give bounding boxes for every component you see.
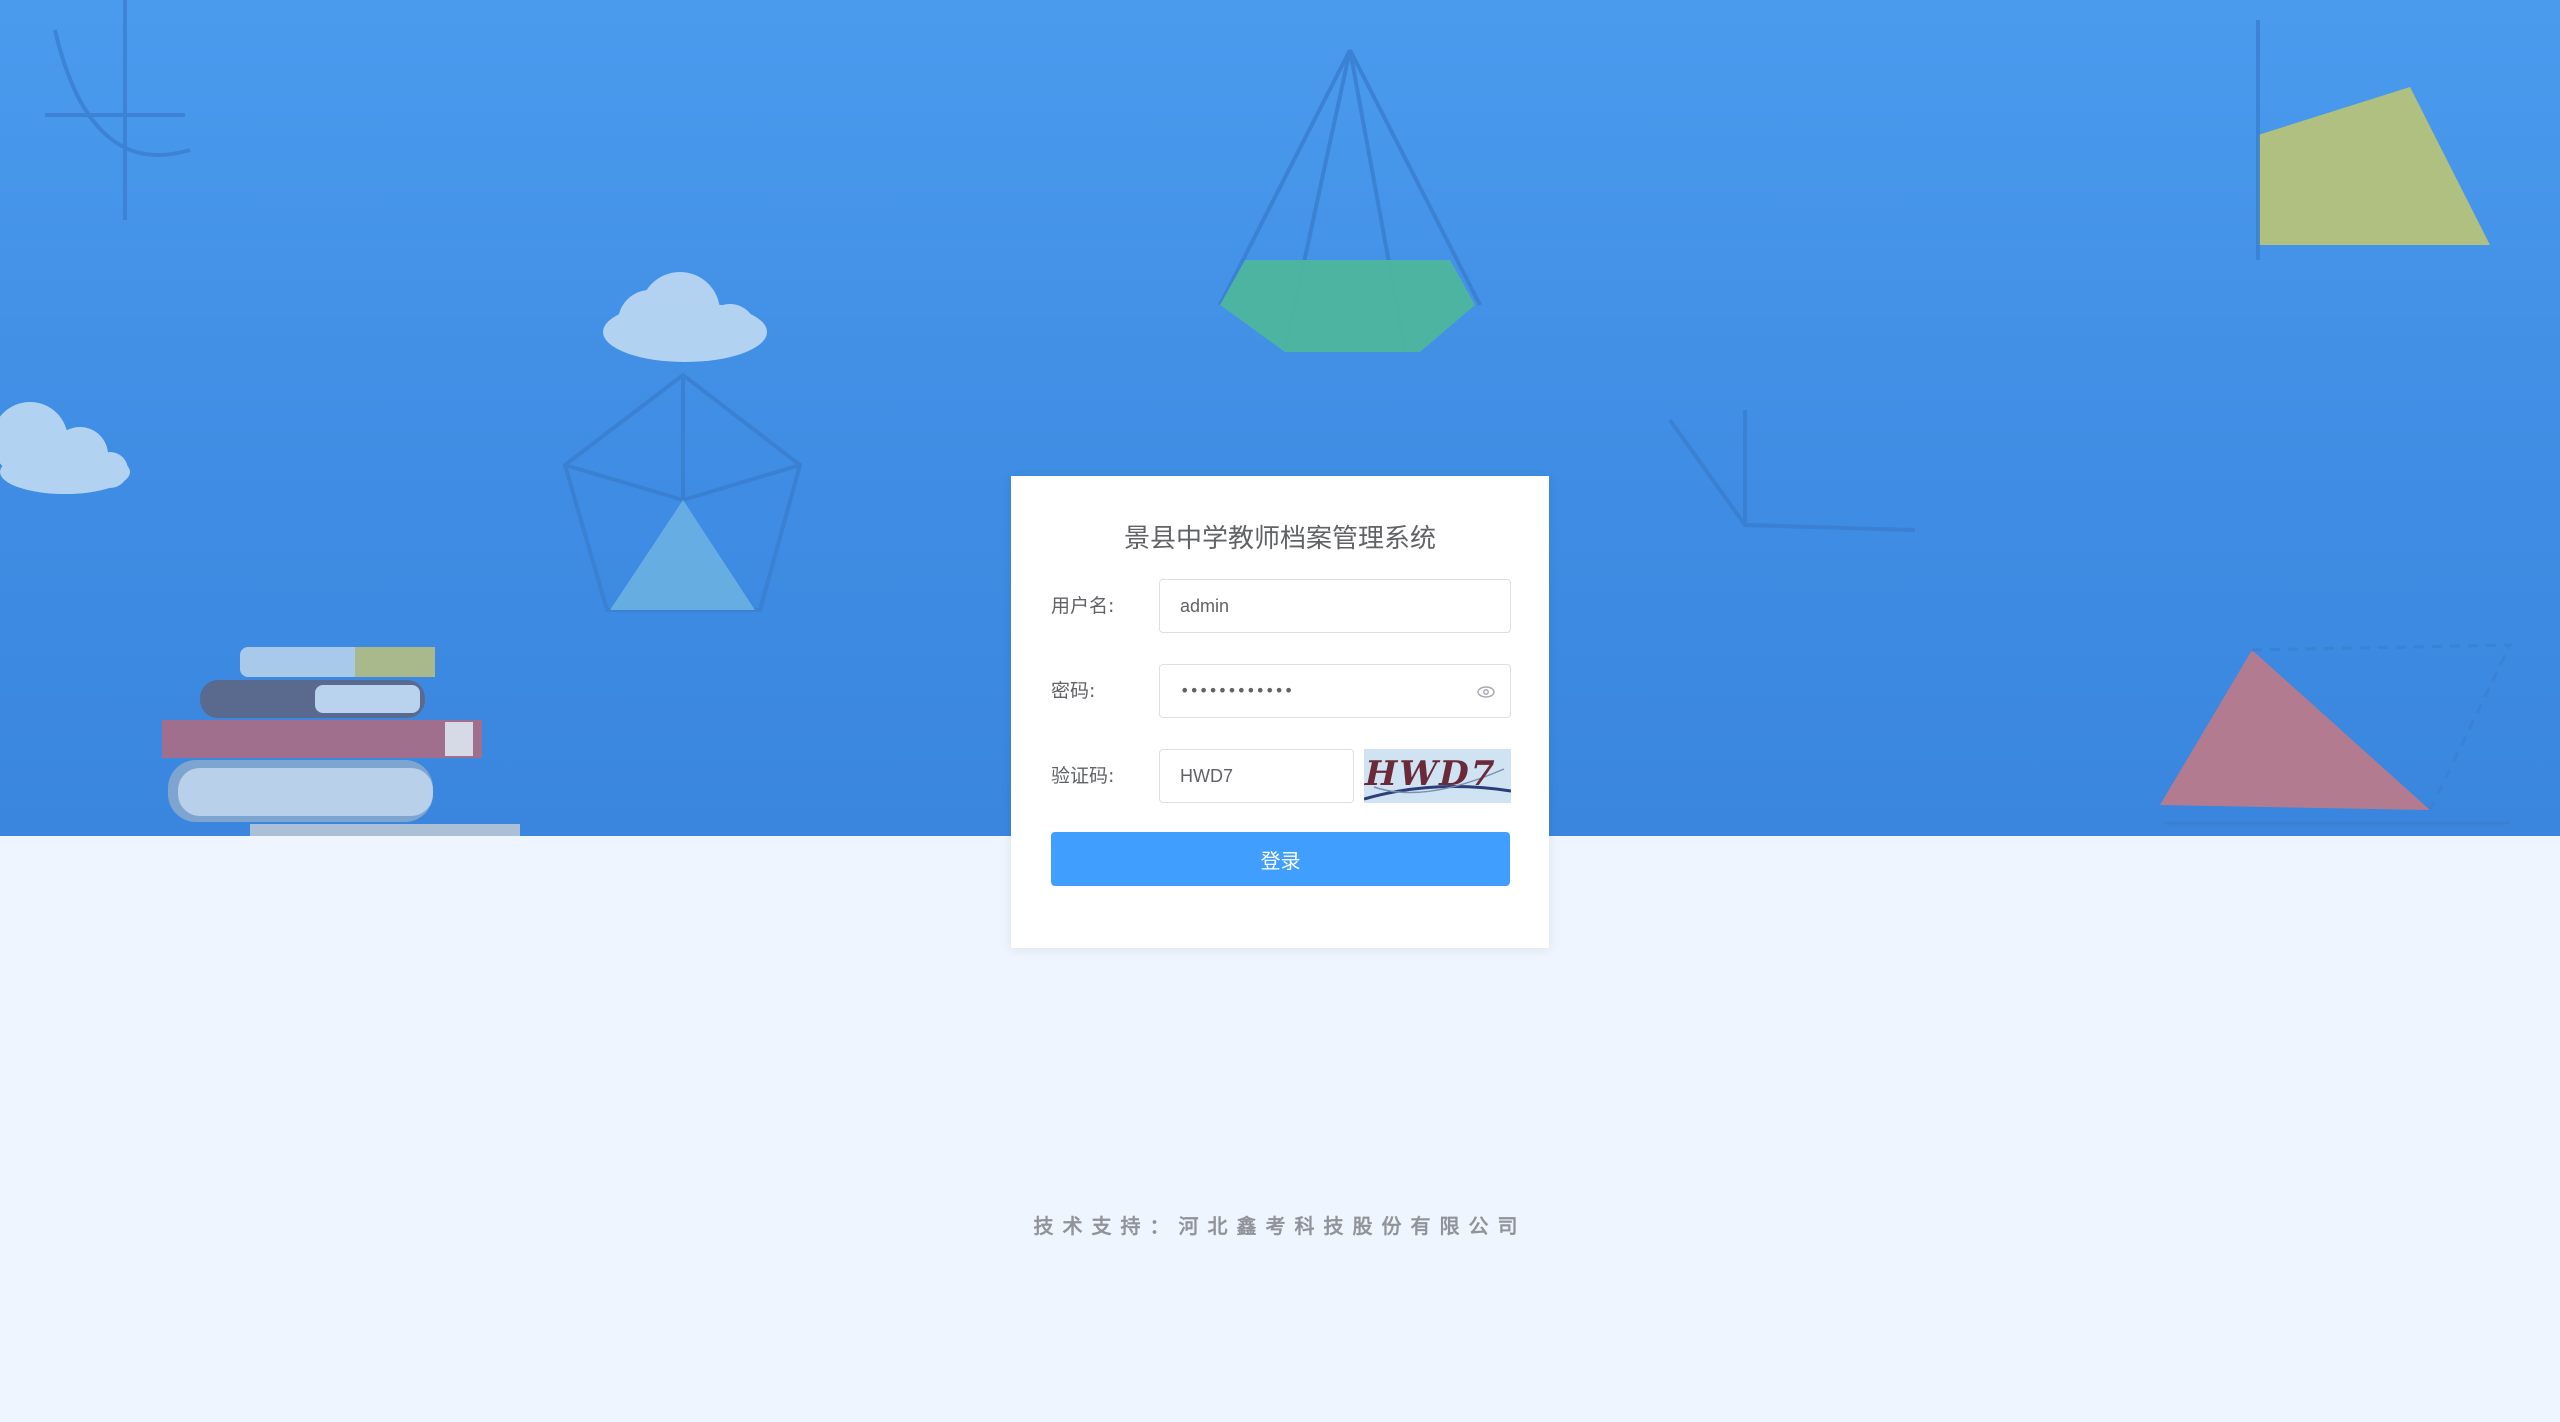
page-title: 景县中学教师档案管理系统 xyxy=(1123,524,1436,554)
username-field-wrapper xyxy=(1159,579,1511,633)
books-icon xyxy=(162,647,520,836)
password-mask: •••••••••••• xyxy=(1180,681,1294,700)
eye-icon[interactable] xyxy=(1476,682,1496,702)
password-field[interactable]: •••••••••••• xyxy=(1159,664,1511,718)
cloud-icon-left xyxy=(0,402,130,494)
login-page: 景县中学教师档案管理系统 用户名: 密码: •••••••••••• 验证码: … xyxy=(0,0,2560,1422)
footer-support-text: 技术支持：河北鑫考科技股份有限公司 xyxy=(1033,1214,1527,1238)
captcha-field-wrapper xyxy=(1159,749,1354,803)
captcha-text: HWD7 xyxy=(1364,754,1500,794)
login-button[interactable]: 登录 xyxy=(1051,832,1510,886)
password-label: 密码: xyxy=(1051,680,1096,702)
captcha-graphic: HWD7 xyxy=(1364,754,1511,801)
login-card: 景县中学教师档案管理系统 用户名: 密码: •••••••••••• 验证码: … xyxy=(1011,476,1549,948)
cloud-icon xyxy=(603,272,767,362)
captcha-image[interactable]: HWD7 xyxy=(1364,749,1511,803)
captcha-label: 验证码: xyxy=(1051,765,1115,787)
username-input[interactable] xyxy=(1160,580,1510,632)
captcha-input[interactable] xyxy=(1160,750,1353,802)
username-label: 用户名: xyxy=(1051,595,1115,617)
